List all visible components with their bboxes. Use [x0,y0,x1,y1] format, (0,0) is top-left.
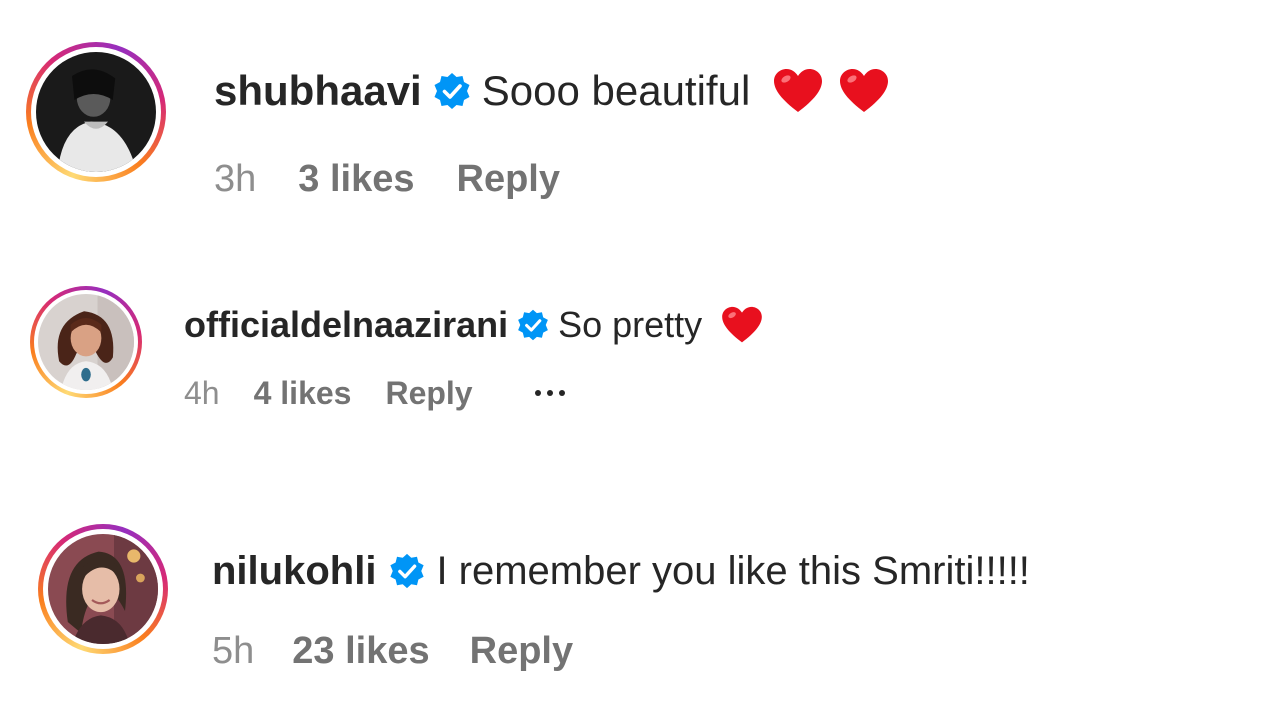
reply-button[interactable]: Reply [470,630,573,673]
avatar [36,52,156,172]
likes-count-link[interactable]: 3 likes [298,158,414,201]
comment-text: So pretty [558,304,703,345]
comment-timestamp: 5h [212,629,255,672]
reply-button[interactable]: Reply [457,158,560,201]
verified-badge-icon [432,71,472,111]
likes-count-link[interactable]: 23 likes [292,630,429,673]
avatar [38,294,134,390]
verified-badge-icon [516,308,550,342]
avatar [48,534,158,644]
avatar-story-ring[interactable] [26,42,166,182]
username[interactable]: shubhaavi [214,67,422,115]
avatar-story-ring[interactable] [30,286,142,398]
avatar-story-ring[interactable] [38,524,168,654]
comment-timestamp: 3h [214,157,257,200]
comment-text: Sooo beautiful [481,67,751,114]
comment-text: I remember you like this Smriti!!!!! [436,548,1030,593]
username[interactable]: officialdelnaazirani [184,304,508,346]
verified-badge-icon [388,552,426,590]
likes-count-link[interactable]: 4 likes [254,375,352,412]
username[interactable]: nilukohli [212,549,376,594]
reply-button[interactable]: Reply [385,375,472,412]
red-heart-icon [720,306,764,344]
red-heart-icon [772,68,824,114]
more-options-icon[interactable] [534,390,565,396]
comment-timestamp: 4h [184,374,220,411]
red-heart-icon [838,68,890,114]
